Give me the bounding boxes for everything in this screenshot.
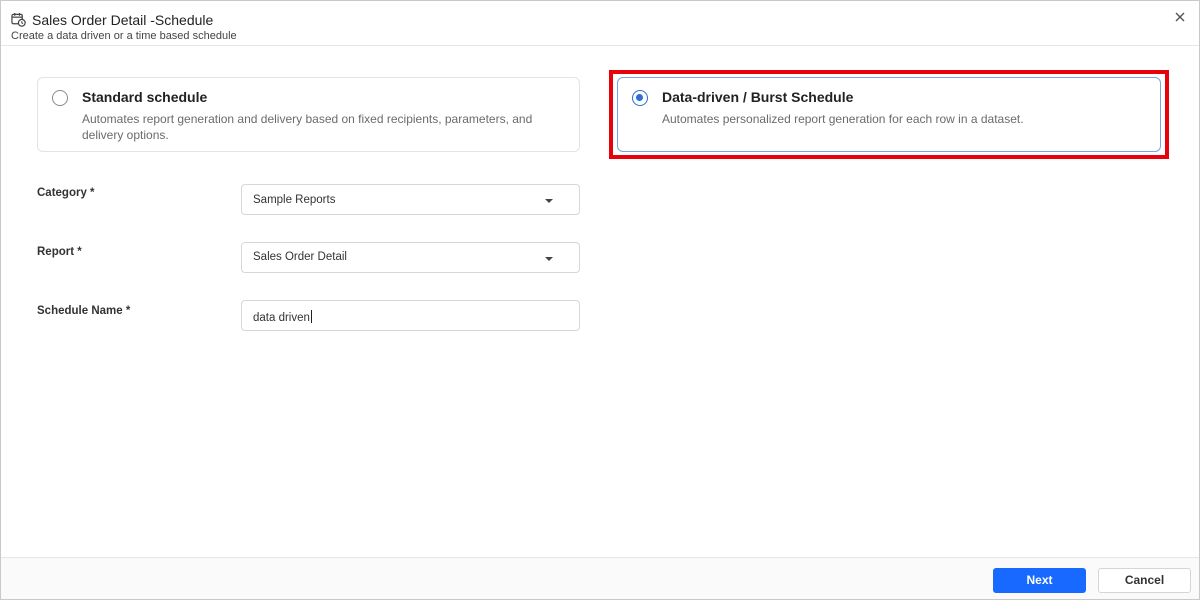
- category-dropdown[interactable]: Sample Reports: [241, 184, 580, 215]
- schedule-name-label: Schedule Name *: [37, 305, 131, 317]
- schedule-name-value: data driven: [253, 310, 312, 324]
- category-label: Category *: [37, 187, 95, 199]
- close-icon[interactable]: [1173, 10, 1187, 24]
- standard-schedule-radio[interactable]: [52, 90, 68, 106]
- text-cursor: [310, 310, 312, 323]
- dialog-subtitle: Create a data driven or a time based sch…: [11, 30, 237, 42]
- category-value: Sample Reports: [253, 194, 336, 206]
- report-label: Report *: [37, 246, 82, 258]
- schedule-name-input[interactable]: data driven: [241, 300, 580, 331]
- burst-schedule-description: Automates personalized report generation…: [662, 112, 1024, 126]
- chevron-down-icon[interactable]: [545, 199, 553, 203]
- chevron-down-icon[interactable]: [545, 257, 553, 261]
- burst-schedule-radio[interactable]: [632, 90, 648, 106]
- dialog-footer: Next Cancel: [1, 557, 1199, 599]
- dialog-title: Sales Order Detail -Schedule: [32, 12, 214, 28]
- standard-schedule-title: Standard schedule: [82, 89, 208, 105]
- calendar-clock-icon: [11, 12, 26, 27]
- schedule-dialog: Sales Order Detail -Schedule Create a da…: [0, 0, 1200, 600]
- standard-schedule-description: Automates report generation and delivery…: [82, 112, 533, 142]
- report-value: Sales Order Detail: [253, 251, 347, 263]
- standard-schedule-option[interactable]: Standard schedule Automates report gener…: [37, 77, 580, 152]
- cancel-button[interactable]: Cancel: [1098, 568, 1191, 593]
- burst-schedule-option[interactable]: Data-driven / Burst Schedule Automates p…: [617, 77, 1161, 152]
- next-button[interactable]: Next: [993, 568, 1086, 593]
- burst-schedule-title: Data-driven / Burst Schedule: [662, 89, 854, 105]
- dialog-header: Sales Order Detail -Schedule Create a da…: [1, 1, 1199, 46]
- report-dropdown[interactable]: Sales Order Detail: [241, 242, 580, 273]
